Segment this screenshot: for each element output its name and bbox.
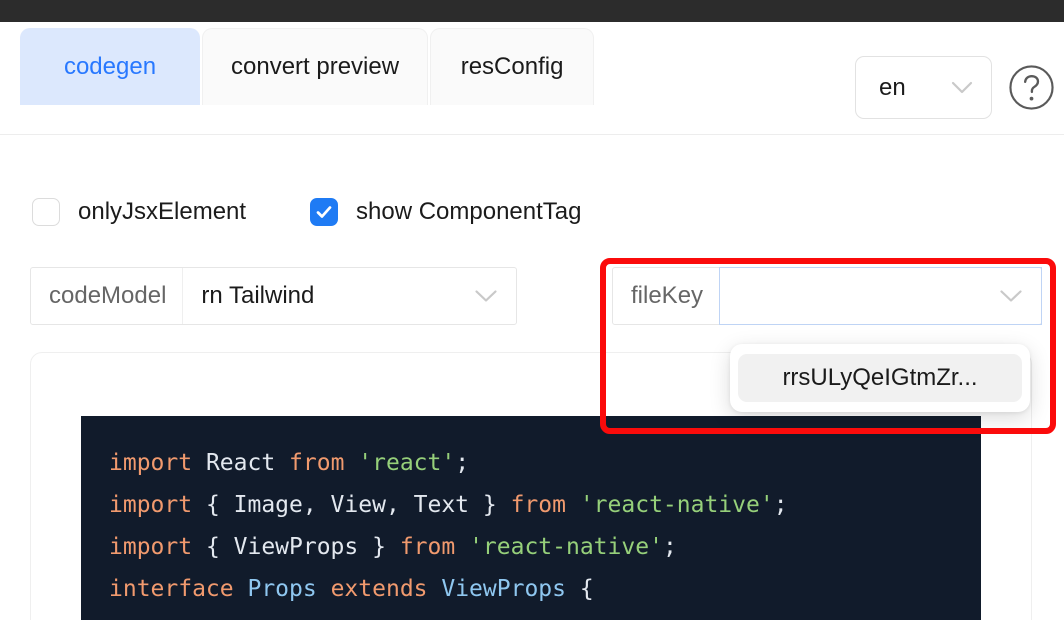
code-line: interface Props extends ViewProps { [109,568,981,610]
language-select[interactable]: en [855,56,992,119]
app-header: codegen convert preview resConfig en [0,22,1064,135]
tab-codegen-label: codegen [63,53,157,80]
check-icon [316,206,332,218]
checkbox-show-component-tag-label: show ComponentTag [356,198,582,225]
checkbox-show-component-tag[interactable]: show ComponentTag [310,198,581,226]
code-line: import { Image, View, Text } from 'react… [109,484,981,526]
code-token: from [399,534,470,560]
file-key-select-field[interactable] [719,267,1042,325]
code-token: import [109,450,206,476]
chevron-down-icon [475,290,497,302]
code-token: 'react' [358,450,456,476]
code-line: import { ViewProps } from 'react-native'… [109,526,981,568]
chevron-down-icon [1000,290,1022,302]
code-model-addon-label: codeModel [31,268,184,324]
code-token: 'react-native' [579,492,774,518]
code-token: from [510,492,580,518]
tab-codegen[interactable]: codegen [20,28,200,105]
checkbox-show-component-tag-box[interactable] [310,198,338,226]
app-root: codegen convert preview resConfig en onl… [0,0,1064,620]
code-token: extends [330,576,442,602]
checkbox-only-jsx-element-label: onlyJsxElement [78,198,247,225]
code-token: interface [109,576,248,602]
tab-resconfig-label: resConfig [460,53,564,80]
tab-convert-preview-label: convert preview [231,53,400,80]
code-token: ; [455,450,470,476]
code-model-selector[interactable]: codeModel rn Tailwind [30,267,517,325]
code-line: import React from 'react'; [109,442,981,484]
chevron-down-icon [951,81,973,93]
code-token: ViewProps [441,576,566,602]
code-token: React [205,450,290,476]
code-token: { ViewProps } [205,534,400,560]
checkbox-only-jsx-element[interactable]: onlyJsxElement [32,198,246,226]
code-token: { Image, View, Text } [205,492,511,518]
code-model-select-field[interactable]: rn Tailwind [183,268,516,324]
checkbox-only-jsx-element-box[interactable] [32,198,60,226]
language-select-value: en [879,73,906,101]
code-token: 'react-native' [469,534,663,560]
code-token: from [289,450,359,476]
code-token: ; [773,492,788,518]
code-token: import [109,534,206,560]
file-key-dropdown-option-label: rrsULyQeIGtmZr... [782,364,978,391]
file-key-dropdown[interactable]: rrsULyQeIGtmZr... [730,344,1030,412]
code-token: import [109,492,206,518]
code-token: Props [247,576,331,602]
code-token: { [565,576,594,602]
window-titlebar [0,0,1064,22]
tab-strip: codegen convert preview resConfig [20,28,595,105]
file-key-selector[interactable]: fileKey [612,267,1042,325]
file-key-dropdown-option[interactable]: rrsULyQeIGtmZr... [738,354,1022,402]
code-model-select-value: rn Tailwind [201,282,315,309]
code-token: ; [662,534,677,560]
options-row: onlyJsxElement show ComponentTag templat… [0,190,1064,439]
question-circle-icon[interactable] [1008,64,1055,111]
file-key-addon-label: fileKey [613,268,721,324]
tab-convert-preview[interactable]: convert preview [202,28,429,105]
code-preview-block[interactable]: import React from 'react'; import { Image… [81,416,981,620]
tab-resconfig[interactable]: resConfig [430,28,595,105]
